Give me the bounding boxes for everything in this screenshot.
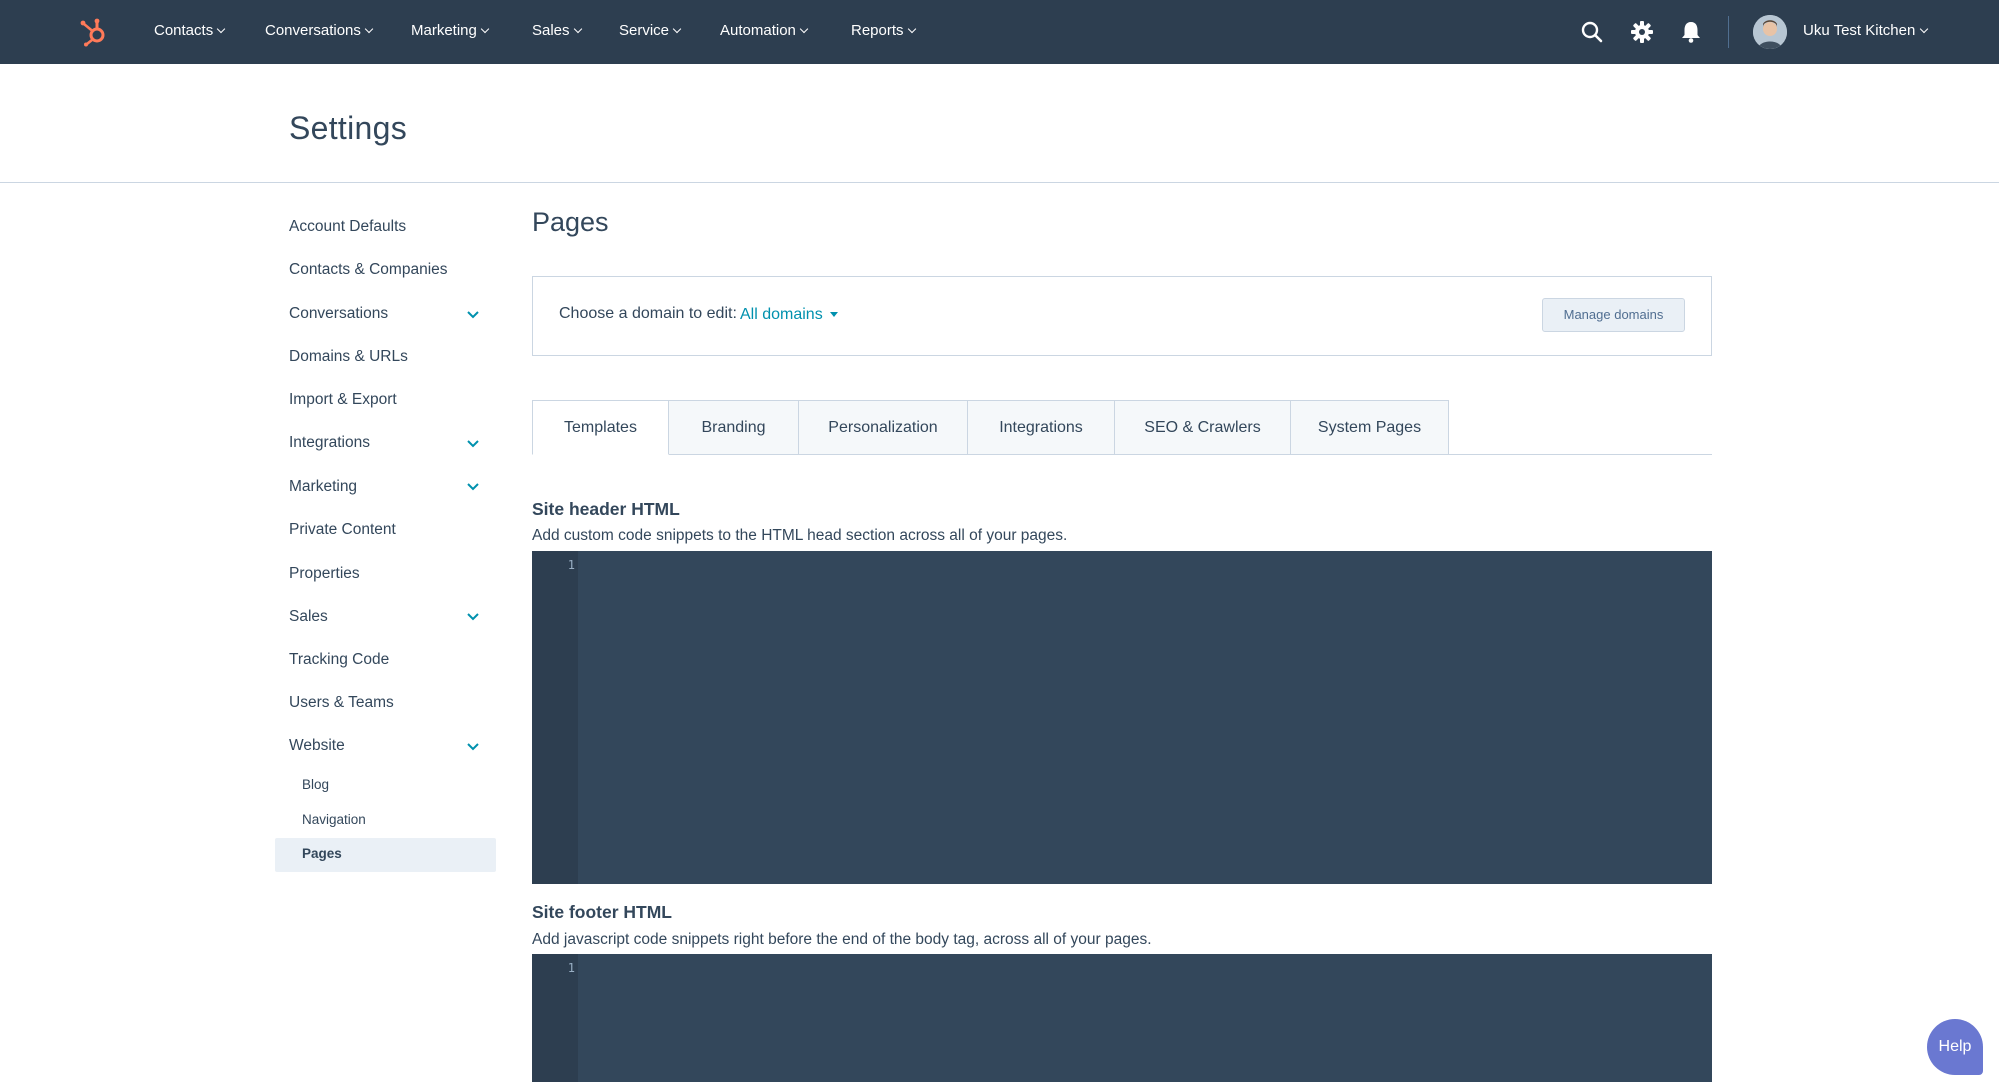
chevron-down-icon[interactable] <box>467 308 479 320</box>
nav-marketing[interactable]: Marketing <box>411 0 490 64</box>
nav-reports-label: Reports <box>851 22 904 39</box>
tab-branding[interactable]: Branding <box>669 400 799 455</box>
editor-gutter: 1 <box>532 954 578 1082</box>
chevron-down-icon <box>480 24 490 34</box>
header-divider <box>0 182 1999 183</box>
site-header-html-title: Site header HTML <box>532 499 680 519</box>
site-footer-code-editor[interactable]: 1 <box>532 954 1712 1082</box>
help-button[interactable]: Help <box>1927 1019 1983 1075</box>
tab-system-pages[interactable]: System Pages <box>1291 400 1449 455</box>
page-title: Settings <box>289 110 408 146</box>
avatar[interactable] <box>1753 15 1787 49</box>
chevron-down-icon <box>364 24 374 34</box>
line-number: 1 <box>567 961 575 975</box>
nav-conversations-label: Conversations <box>265 22 361 39</box>
section-title: Pages <box>532 207 609 237</box>
caret-down-icon <box>829 312 838 317</box>
nav-automation-label: Automation <box>720 22 796 39</box>
chevron-down-icon[interactable] <box>467 740 479 752</box>
sidebar-item-contacts-companies[interactable]: Contacts & Companies <box>289 261 448 279</box>
account-name: Uku Test Kitchen <box>1803 22 1916 39</box>
nav-automation[interactable]: Automation <box>720 0 809 64</box>
chevron-down-icon <box>799 24 809 34</box>
nav-divider <box>1728 16 1729 48</box>
chevron-down-icon <box>1920 24 1929 34</box>
sidebar-item-domains-urls[interactable]: Domains & URLs <box>289 348 408 366</box>
nav-conversations[interactable]: Conversations <box>265 0 374 64</box>
chevron-down-icon <box>573 24 582 34</box>
site-footer-html-title: Site footer HTML <box>532 902 672 922</box>
search-icon[interactable] <box>1579 19 1605 45</box>
editor-gutter: 1 <box>532 551 578 884</box>
sidebar-item-sales[interactable]: Sales <box>289 608 328 626</box>
domain-dropdown-value: All domains <box>740 306 823 323</box>
account-menu[interactable]: Uku Test Kitchen <box>1803 0 1929 64</box>
chevron-down-icon <box>216 24 226 34</box>
top-navigation: Contacts Conversations Marketing Sales S… <box>0 0 1999 64</box>
sidebar-item-import-export[interactable]: Import & Export <box>289 391 397 409</box>
sidebar-item-account-defaults[interactable]: Account Defaults <box>289 218 406 236</box>
sidebar-item-tracking-code[interactable]: Tracking Code <box>289 651 389 669</box>
chevron-down-icon <box>907 24 916 34</box>
sidebar-subitem-blog[interactable]: Blog <box>302 777 329 792</box>
nav-contacts[interactable]: Contacts <box>154 0 226 64</box>
nav-contacts-label: Contacts <box>154 22 214 39</box>
domain-label: Choose a domain to edit: <box>559 305 737 322</box>
chevron-down-icon[interactable] <box>467 437 479 449</box>
bell-icon[interactable] <box>1678 19 1704 45</box>
chevron-down-icon[interactable] <box>467 480 479 492</box>
nav-reports[interactable]: Reports <box>851 0 916 64</box>
nav-service-label: Service <box>619 22 670 39</box>
tab-templates[interactable]: Templates <box>532 400 669 455</box>
sidebar-item-private-content[interactable]: Private Content <box>289 521 396 539</box>
nav-sales-label: Sales <box>532 22 570 39</box>
nav-marketing-label: Marketing <box>411 22 477 39</box>
avatar-image <box>1753 15 1787 49</box>
nav-service[interactable]: Service <box>619 0 682 64</box>
chevron-down-icon <box>672 24 682 34</box>
chevron-down-icon[interactable] <box>467 610 479 622</box>
gear-icon[interactable] <box>1629 19 1655 45</box>
sidebar-item-marketing[interactable]: Marketing <box>289 478 357 496</box>
domain-picker-panel: Choose a domain to edit: All domains Man… <box>532 276 1712 356</box>
sidebar-subitem-pages[interactable]: Pages <box>302 846 342 861</box>
manage-domains-button[interactable]: Manage domains <box>1542 298 1685 332</box>
nav-sales[interactable]: Sales <box>532 0 582 64</box>
site-header-code-editor[interactable]: 1 <box>532 551 1712 884</box>
sidebar-item-conversations[interactable]: Conversations <box>289 305 388 323</box>
domain-dropdown[interactable]: All domains <box>740 306 838 324</box>
tab-personalization[interactable]: Personalization <box>799 400 968 455</box>
sidebar-item-properties[interactable]: Properties <box>289 565 360 583</box>
site-header-html-description: Add custom code snippets to the HTML hea… <box>532 527 1068 544</box>
sidebar-subitem-navigation[interactable]: Navigation <box>302 812 366 827</box>
sidebar-item-users-teams[interactable]: Users & Teams <box>289 694 394 712</box>
sidebar-item-integrations[interactable]: Integrations <box>289 434 370 452</box>
site-footer-html-description: Add javascript code snippets right befor… <box>532 931 1152 948</box>
sidebar-item-website[interactable]: Website <box>289 737 345 755</box>
tab-seo-crawlers[interactable]: SEO & Crawlers <box>1115 400 1291 455</box>
sprocket-logo-icon[interactable] <box>78 16 110 48</box>
tab-integrations[interactable]: Integrations <box>968 400 1115 455</box>
line-number: 1 <box>567 558 575 572</box>
